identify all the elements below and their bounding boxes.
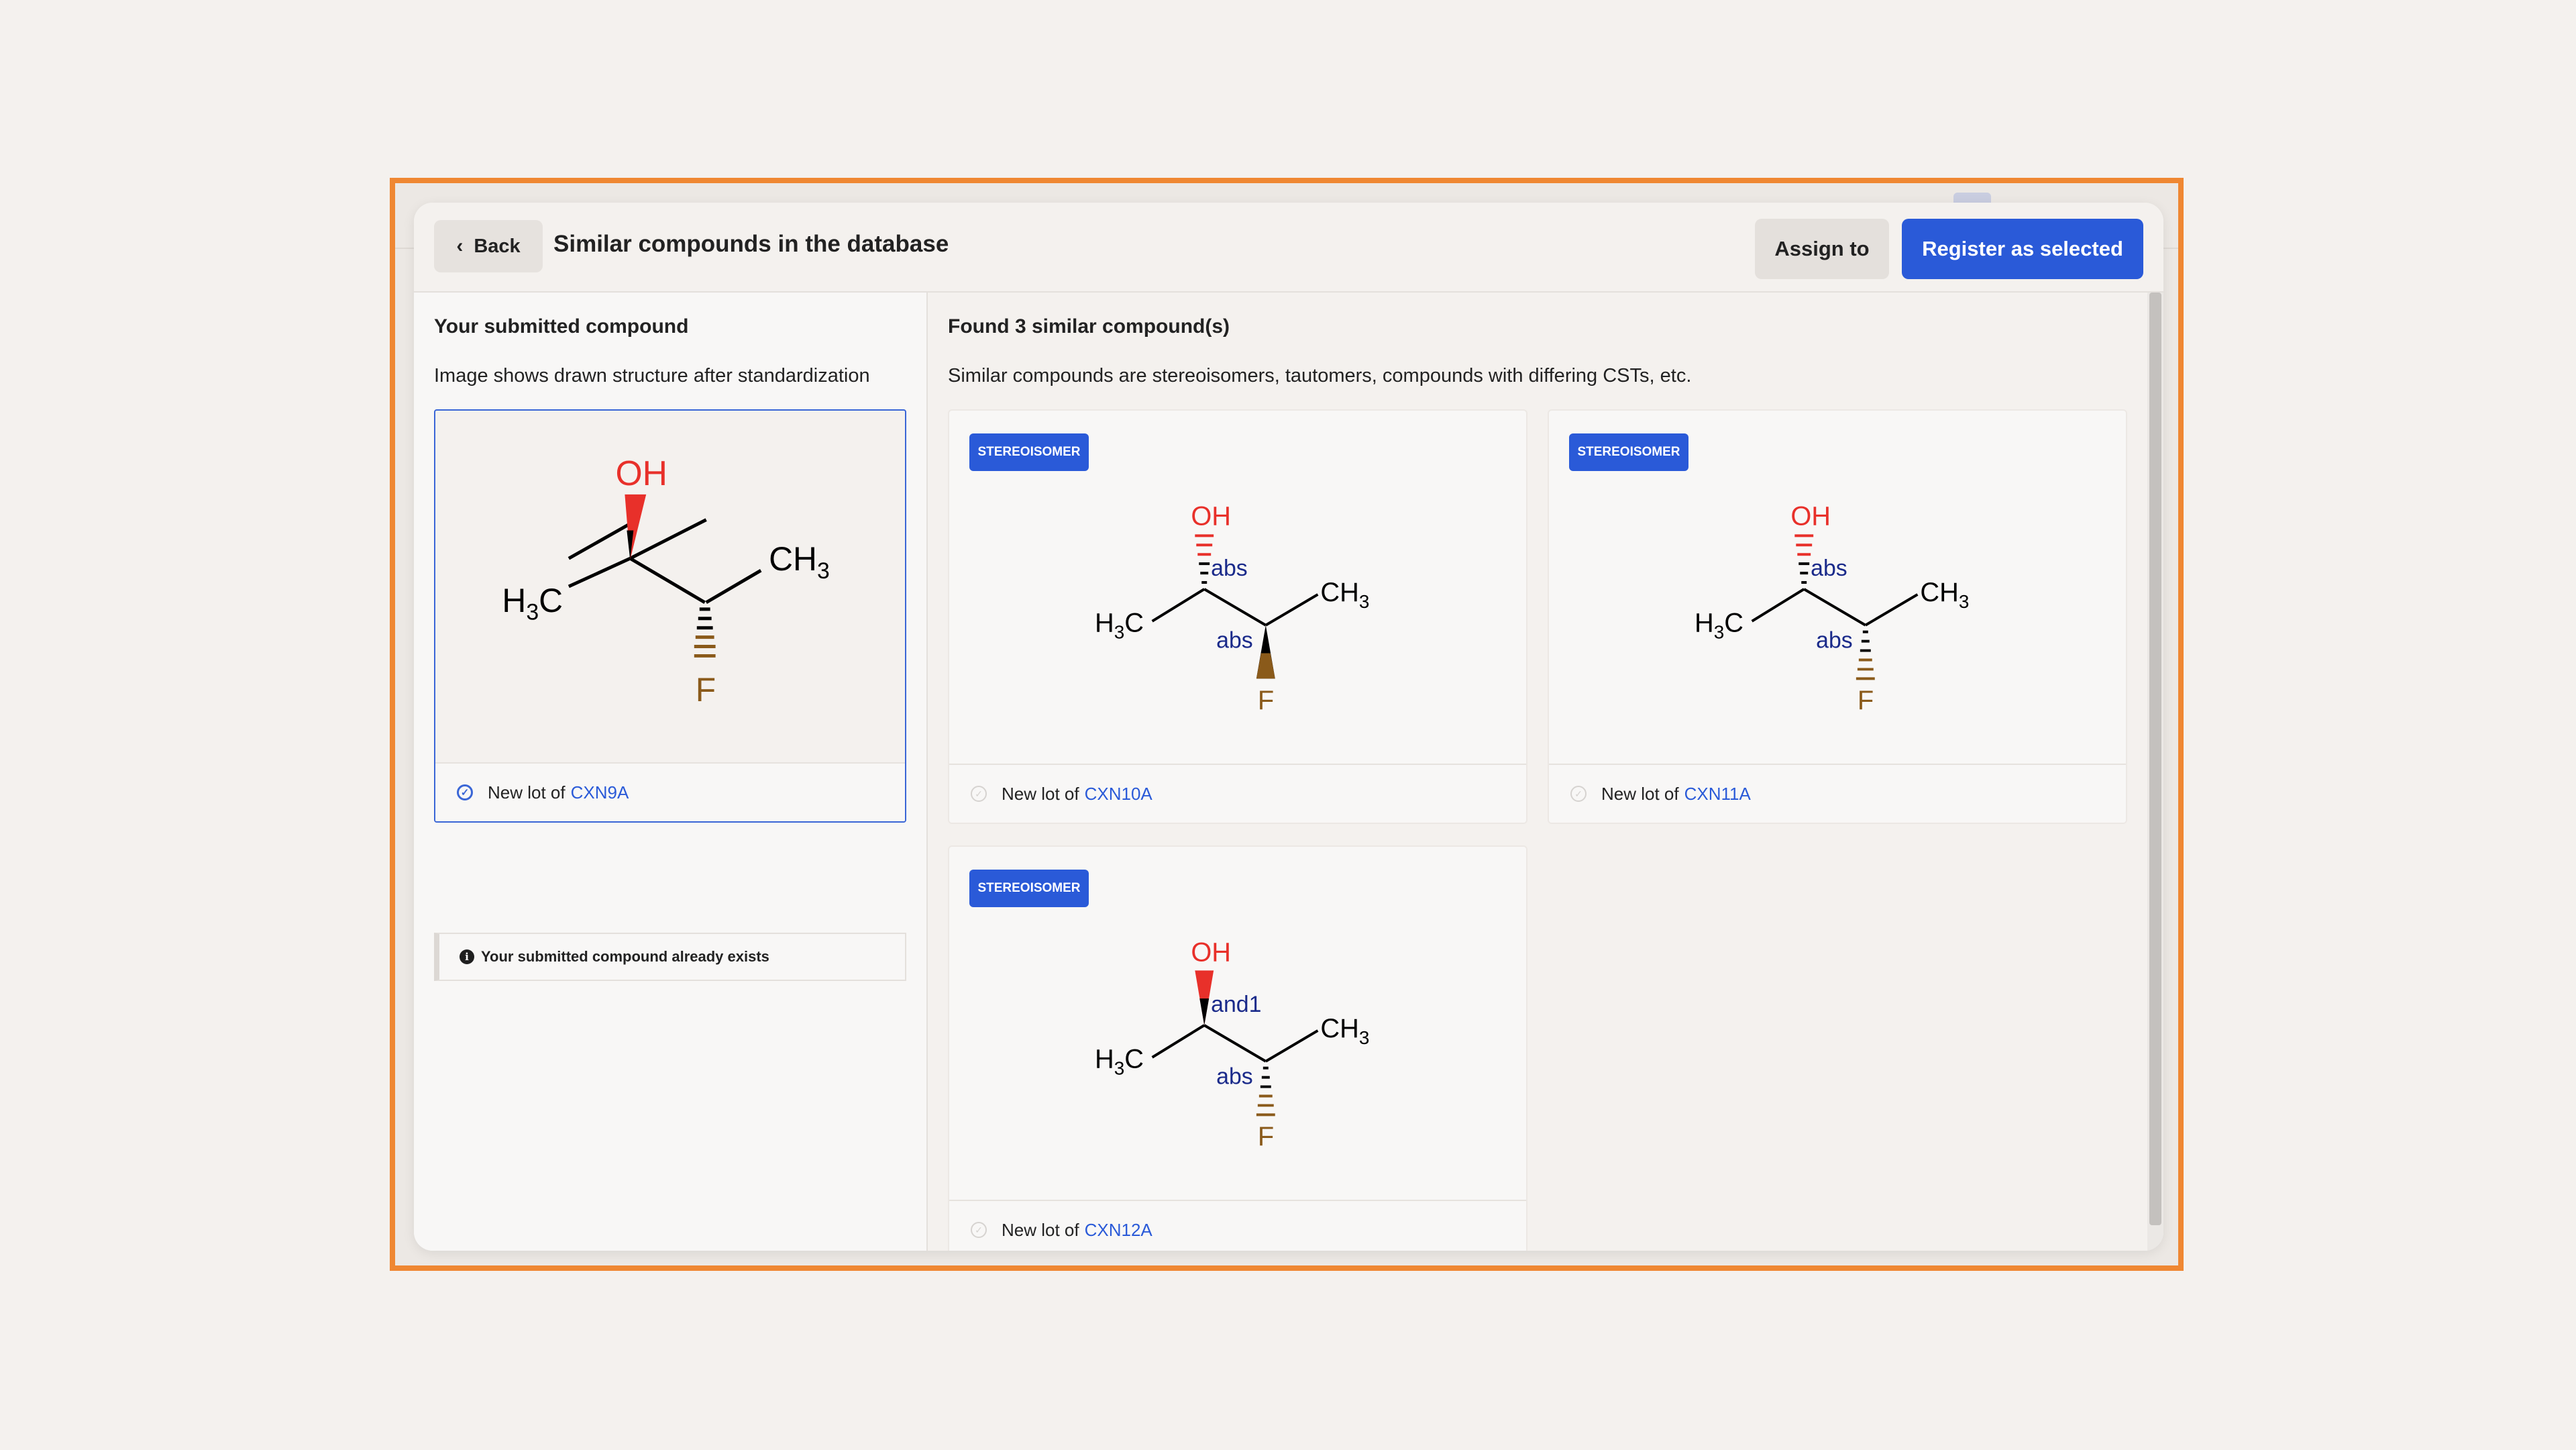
highlight-frame bbox=[390, 178, 2184, 1271]
